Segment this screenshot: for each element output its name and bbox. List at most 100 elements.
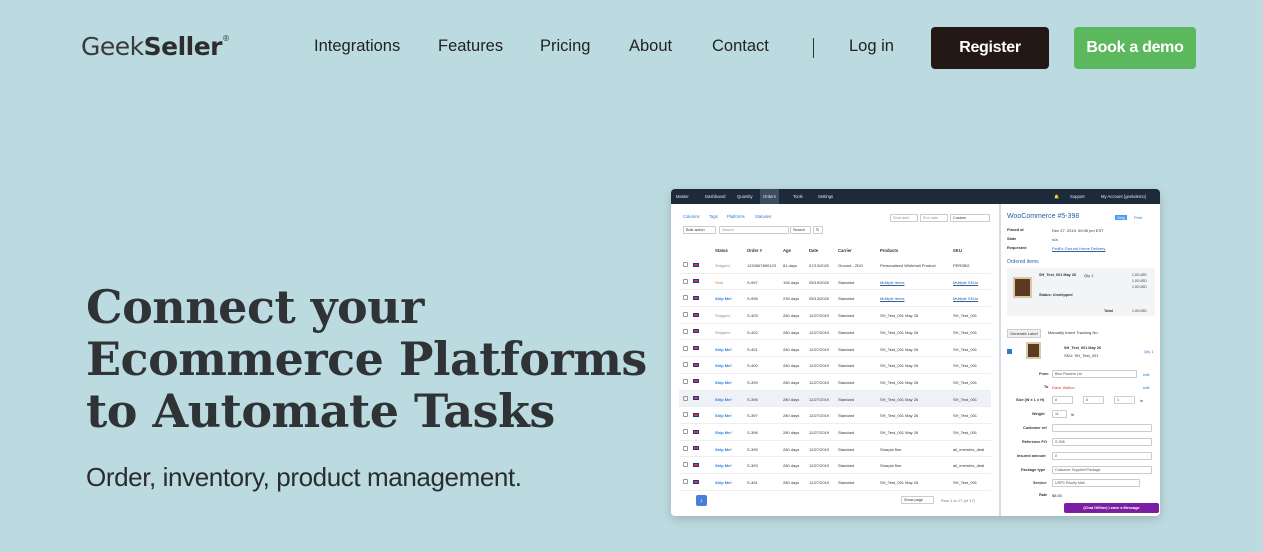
cell-sku: SH_Test_001 [953, 363, 978, 369]
cell-order: S-402 [747, 329, 758, 335]
cell-sku: SH_Test_001 [953, 379, 978, 385]
ordered-item-qty: Qty 1 [1084, 273, 1094, 278]
cell-date: 12/27/2019 [809, 329, 830, 335]
nav-about[interactable]: About [629, 37, 672, 56]
nav-login[interactable]: Log in [849, 37, 894, 56]
service-label: Service [1033, 481, 1047, 485]
col-order: Order # [747, 248, 762, 253]
cell-status: Shipped [715, 313, 730, 319]
cell-carrier: Standard [838, 379, 855, 385]
page-size-select: Show page [901, 496, 934, 504]
to-edit-link: edit [1143, 385, 1150, 390]
item-status: Status: Unshipped [1039, 293, 1073, 297]
cell-order: S-393 [747, 463, 758, 469]
col-status: Status [715, 248, 728, 253]
table-row: Ship Me! S-391 280 days 12/27/2019 Standard S… [679, 474, 991, 491]
placed-at-value: Dec 27, 2019, 09:05 pm EST [1052, 228, 1104, 233]
logo[interactable]: GeekSeller® [81, 32, 230, 61]
table-row: Ship Me! S-398 280 days 12/27/2019 Standard S… [679, 390, 991, 408]
hero-title-line-2: Ecommerce Platforms [86, 332, 647, 386]
flag-icon [693, 346, 699, 350]
cell-status: Ship Me! [715, 379, 732, 385]
cell-age: 280 days [783, 346, 800, 352]
flag-icon [693, 396, 699, 401]
price-row-2: 1.00 USD [1132, 279, 1147, 283]
reference-po-label: Reference PO [1022, 440, 1047, 444]
cell-carrier: Standard [838, 446, 855, 452]
cell-carrier: Standard [838, 363, 855, 369]
insured-amount-label: Insured amount [1017, 454, 1046, 458]
logo-text-bold: Seller [143, 32, 223, 61]
state-label: State [1007, 237, 1017, 241]
nav-contact[interactable]: Contact [712, 37, 769, 56]
row-checkbox [683, 262, 688, 267]
cell-carrier: Standard [838, 430, 855, 435]
col-carrier: Carrier [838, 248, 852, 253]
table-row: Shipped S-403 280 days 12/27/2019 Standard SH… [679, 307, 991, 324]
requested-label: Requested [1007, 246, 1027, 250]
table-row: Sent S-997 196 days 05/19/2020 Standard Multi… [679, 274, 991, 291]
cell-sku: PERSBG [953, 263, 970, 268]
customer-ref-label: Customer ref [1023, 426, 1047, 430]
cell-status: Ship Me! [715, 413, 732, 419]
cell-date: 07/13/2020 [809, 263, 830, 268]
size-h-input: 1 [1114, 396, 1135, 404]
weight-label: Weight [1032, 412, 1045, 416]
cell-product: SH_Test_001 May 26 [880, 396, 919, 402]
cell-carrier: Standard [838, 463, 855, 469]
nav-pricing[interactable]: Pricing [540, 37, 590, 56]
row-checkbox [683, 295, 688, 301]
order-detail-title: WooCommerce #5-398 [1007, 213, 1080, 220]
cell-status: Ship Me! [715, 346, 732, 352]
cell-date: 12/27/2019 [809, 379, 830, 385]
orders-search-input: Search [719, 226, 789, 234]
insured-amount-input: 0 [1052, 452, 1152, 460]
ordered-item-name: SH_Test_001 May 26 [1039, 273, 1077, 277]
flag-icon [693, 412, 699, 417]
cell-carrier: Standard [838, 329, 855, 335]
cell-product: Multiple items [880, 279, 905, 285]
cell-sku: Multiple SKUs [953, 279, 979, 285]
cell-order: S-997 [747, 279, 758, 285]
cell-sku: SH_Test_001 [953, 413, 978, 419]
size-label: Size (W x L x H) [1016, 398, 1045, 402]
cell-product: Sharpie fine [880, 446, 902, 452]
flag-icon [693, 429, 699, 434]
cell-status: Ship Me! [715, 396, 732, 402]
cell-carrier: Standard [838, 413, 855, 419]
cell-status: Sent [715, 279, 724, 285]
cell-sku: all_enemies_deal [953, 463, 985, 469]
table-row: Shipped S-402 280 days 12/27/2019 Standard SH… [679, 324, 991, 341]
print-button: Print [1134, 215, 1143, 220]
to-value: Dave Walton [1052, 385, 1075, 390]
book-demo-button[interactable]: Book a demo [1074, 27, 1196, 69]
nav-integrations[interactable]: Integrations [314, 37, 400, 56]
state-value: n/a [1052, 237, 1058, 242]
cell-status: Shipped [715, 263, 730, 268]
size-unit: in [1140, 398, 1144, 403]
flag-icon [693, 462, 699, 467]
bell-icon: 🔔 [1054, 194, 1060, 199]
cell-date: 12/27/2019 [809, 430, 830, 435]
orders-search-button: Search [790, 226, 811, 234]
nav-features[interactable]: Features [438, 37, 503, 56]
hero-title-line-1: Connect your [86, 280, 424, 334]
cell-carrier: Standard [838, 313, 855, 319]
filter-statuses: Statuses [755, 214, 772, 219]
col-date: Date [809, 248, 819, 253]
register-button[interactable]: Register [931, 27, 1049, 69]
cell-order: S-396 [747, 430, 758, 435]
cell-date: 12/27/2019 [809, 346, 830, 352]
from-select: Blue Flowers Ltd [1052, 370, 1137, 378]
table-row: Ship Me! S-401 280 days 12/27/2019 Standard S… [679, 341, 991, 358]
logo-registered-mark: ® [222, 34, 230, 43]
cell-sku: SH_Test_001 [953, 396, 978, 402]
hero-title: Connect your Ecommerce Platforms to Auto… [86, 281, 647, 437]
rate-value: $8.50 [1052, 493, 1063, 498]
app-nav-tools: Tools [793, 194, 803, 199]
refresh-icon: ↻ [813, 226, 823, 234]
table-row: Ship Me! S-399 280 days 12/27/2019 Standard S… [679, 374, 991, 391]
app-nav-support: Support [1070, 194, 1085, 199]
size-l-input: 8 [1083, 396, 1104, 404]
cell-status: Ship Me! [715, 463, 732, 469]
